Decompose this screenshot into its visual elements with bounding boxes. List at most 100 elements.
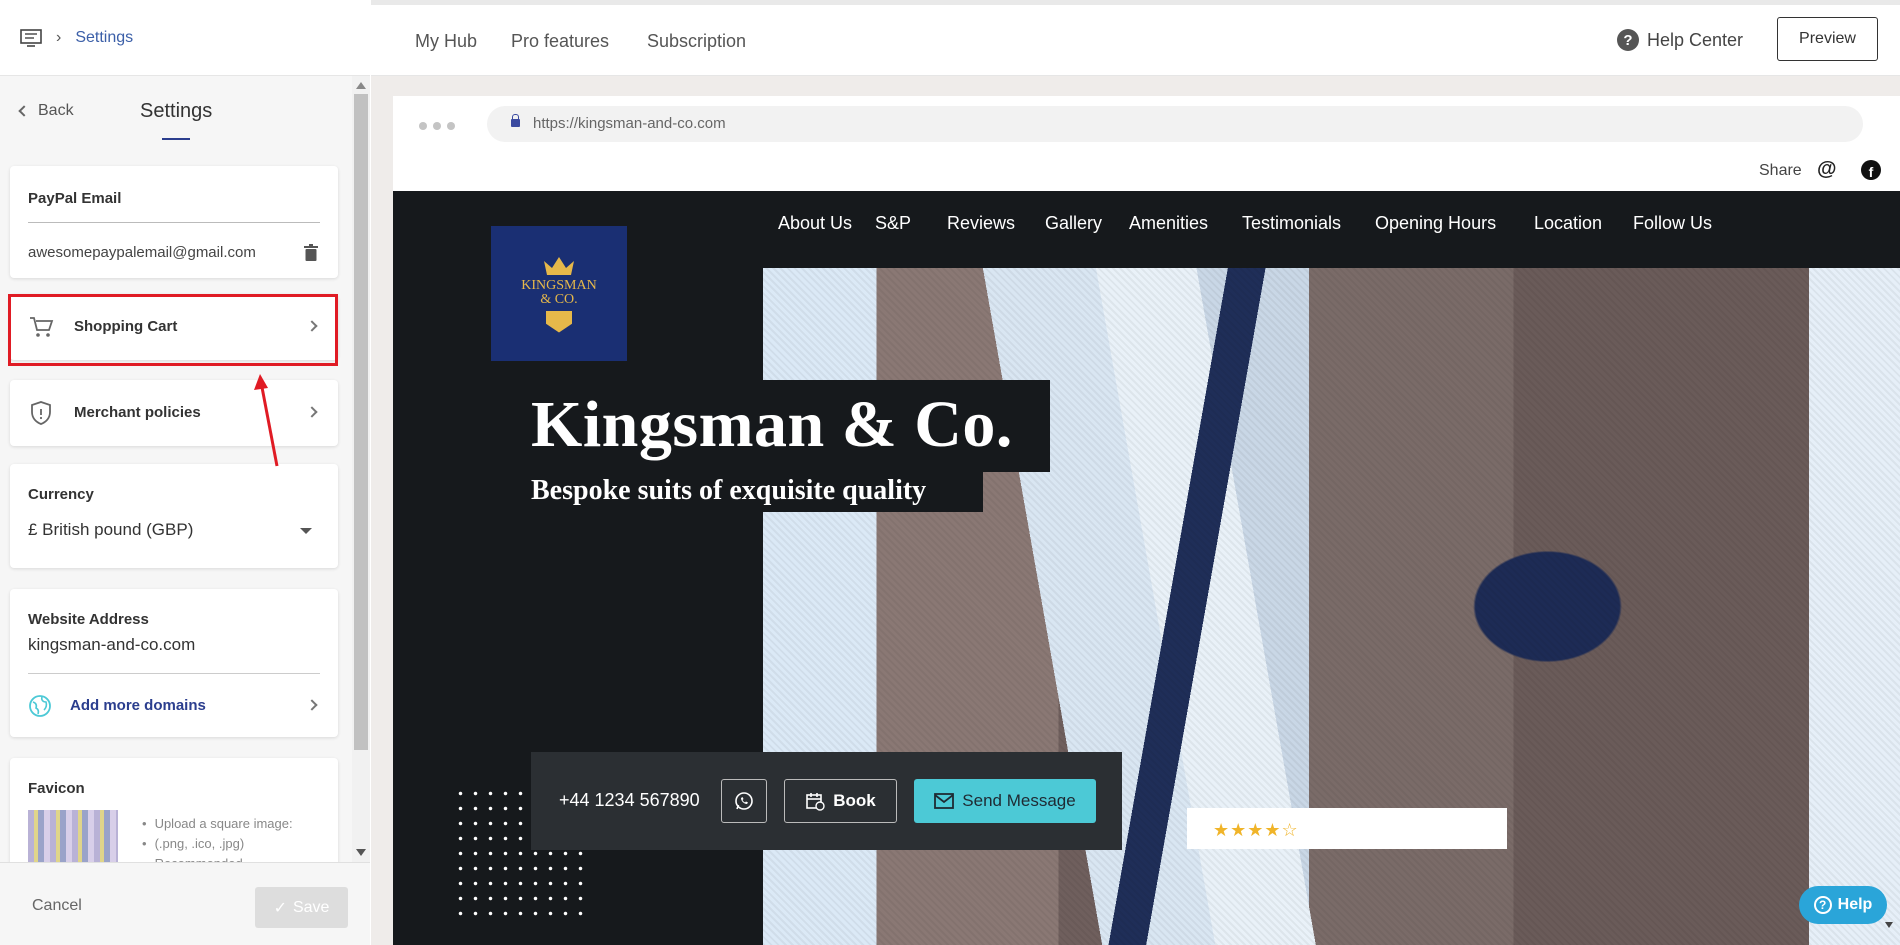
logo-line-1: KINGSMAN [521, 277, 597, 293]
settings-scroll-area: Back Settings PayPal Email awesomepaypal… [0, 76, 352, 862]
favicon-preview[interactable] [28, 810, 118, 862]
title-underline [162, 138, 190, 140]
address-bar: https://kingsman-and-co.com [487, 106, 1863, 142]
breadcrumb-settings[interactable]: Settings [75, 29, 133, 47]
merchant-policies-label: Merchant policies [74, 404, 201, 421]
mail-icon [934, 793, 955, 809]
save-label: Save [292, 898, 330, 916]
divider [28, 222, 320, 223]
monitor-icon[interactable] [20, 28, 42, 47]
site-nav-sp[interactable]: S&P [875, 213, 911, 234]
panel-title: Settings [140, 100, 213, 122]
browser-frame: https://kingsman-and-co.com Share @ f Ab… [393, 96, 1900, 945]
favicon-hint-format: (.png, .ico, .jpg) [154, 836, 245, 851]
hero-title: Kingsman & Co. [531, 388, 1013, 461]
contact-bar: +44 1234 567890 Book Send Message [531, 752, 1122, 850]
help-button[interactable]: ? Help [1799, 886, 1887, 924]
annotation-highlight-box [8, 294, 338, 366]
site-nav-gallery[interactable]: Gallery [1045, 213, 1102, 234]
nav-subscription[interactable]: Subscription [647, 31, 746, 52]
window-dots [419, 122, 455, 130]
check-icon: ✓ [273, 899, 287, 917]
favicon-hints: Upload a square image: (.png, .ico, .jpg… [142, 814, 293, 862]
chevron-right-icon [306, 699, 318, 711]
panel-scrollbar[interactable] [352, 76, 370, 862]
globe-icon [29, 695, 51, 717]
panel-footer: Cancel ✓ Save [0, 862, 370, 945]
hero-subtitle: Bespoke suits of exquisite quality [531, 475, 927, 506]
annotation-arrow [254, 374, 279, 467]
logo-line-2: & CO. [540, 291, 578, 307]
shield-icon [31, 401, 51, 425]
rating-stars: ★★★★☆ [1213, 820, 1299, 840]
review-widget[interactable]: ★★★★☆ [1187, 808, 1507, 849]
website-address-value: kingsman-and-co.com [28, 635, 196, 654]
site-nav-testimonials[interactable]: Testimonials [1242, 213, 1341, 234]
preview-button[interactable]: Preview [1777, 17, 1878, 61]
site-nav-follow-us[interactable]: Follow Us [1633, 213, 1712, 234]
chevron-right-icon: › [56, 28, 62, 46]
website-heading: Website Address [28, 611, 149, 628]
paypal-email-field[interactable]: awesomepaypalemail@gmail.com [28, 244, 256, 261]
currency-card: Currency £ British pound (GBP) [10, 464, 338, 568]
settings-panel: › Settings Back Settings PayPal Email aw… [0, 0, 370, 945]
chevron-right-icon [306, 406, 318, 418]
currency-select[interactable]: £ British pound (GBP) [28, 520, 193, 540]
breadcrumb: › Settings [0, 0, 370, 76]
site-nav-location[interactable]: Location [1534, 213, 1602, 234]
question-icon: ? [1617, 29, 1639, 51]
cancel-button[interactable]: Cancel [32, 897, 82, 915]
whatsapp-button[interactable] [721, 779, 767, 823]
send-message-button[interactable]: Send Message [914, 779, 1096, 823]
lock-icon [511, 114, 520, 127]
site-logo[interactable]: KINGSMAN & CO. [491, 226, 627, 361]
phone-number[interactable]: +44 1234 567890 [559, 790, 700, 811]
back-button[interactable]: Back [18, 102, 74, 120]
top-navigation: My Hub Pro features Subscription ? Help … [371, 0, 1900, 76]
add-more-domains-link[interactable]: Add more domains [70, 697, 206, 714]
whatsapp-icon [735, 792, 753, 810]
paypal-heading: PayPal Email [28, 190, 122, 207]
favicon-hint: Upload a square image: [142, 814, 293, 834]
question-icon: ? [1813, 896, 1832, 914]
dropdown-arrow-icon[interactable] [300, 528, 312, 534]
site-nav-about-us[interactable]: About Us [778, 213, 852, 234]
trash-icon[interactable] [304, 244, 318, 261]
divider [28, 673, 320, 674]
nav-pro-features[interactable]: Pro features [511, 31, 609, 52]
back-label: Back [38, 102, 74, 119]
site-nav-reviews[interactable]: Reviews [947, 213, 1015, 234]
scroll-thumb[interactable] [354, 94, 368, 750]
logo-text: KINGSMAN & CO. [521, 277, 597, 307]
site-nav-amenities[interactable]: Amenities [1129, 213, 1208, 234]
chevron-down-icon[interactable] [1885, 922, 1893, 928]
paypal-card: PayPal Email awesomepaypalemail@gmail.co… [10, 166, 338, 278]
chevron-left-icon [18, 105, 30, 117]
book-label: Book [833, 791, 876, 810]
save-button[interactable]: ✓ Save [255, 887, 348, 928]
website-address-card: Website Address kingsman-and-co.com Add … [10, 589, 338, 737]
send-message-label: Send Message [962, 791, 1076, 810]
scroll-up-icon[interactable] [356, 82, 366, 89]
help-label: Help [1837, 896, 1873, 913]
book-button[interactable]: Book [784, 779, 897, 823]
calendar-icon [806, 793, 825, 811]
email-at-icon[interactable]: @ [1817, 158, 1837, 181]
help-center-label: Help Center [1647, 29, 1744, 50]
favicon-hint: (.png, .ico, .jpg) [142, 834, 293, 854]
logo-shield [546, 310, 572, 333]
favicon-heading: Favicon [28, 780, 85, 797]
website-preview: About Us S&P Reviews Gallery Amenities T… [393, 191, 1900, 945]
site-navigation: About Us S&P Reviews Gallery Amenities T… [763, 191, 1900, 268]
crown-icon [544, 256, 574, 275]
nav-my-hub[interactable]: My Hub [415, 31, 477, 52]
currency-heading: Currency [28, 486, 94, 503]
site-nav-opening-hours[interactable]: Opening Hours [1375, 213, 1496, 234]
help-center-link[interactable]: ? Help Center [1617, 29, 1743, 51]
favicon-hint: Recommended [142, 854, 293, 862]
facebook-icon[interactable]: f [1861, 160, 1881, 180]
scroll-down-icon[interactable] [356, 849, 366, 856]
preview-stage: https://kingsman-and-co.com Share @ f Ab… [371, 76, 1900, 945]
url-text: https://kingsman-and-co.com [533, 115, 726, 132]
favicon-card: Favicon Upload a square image: (.png, .i… [10, 758, 338, 862]
